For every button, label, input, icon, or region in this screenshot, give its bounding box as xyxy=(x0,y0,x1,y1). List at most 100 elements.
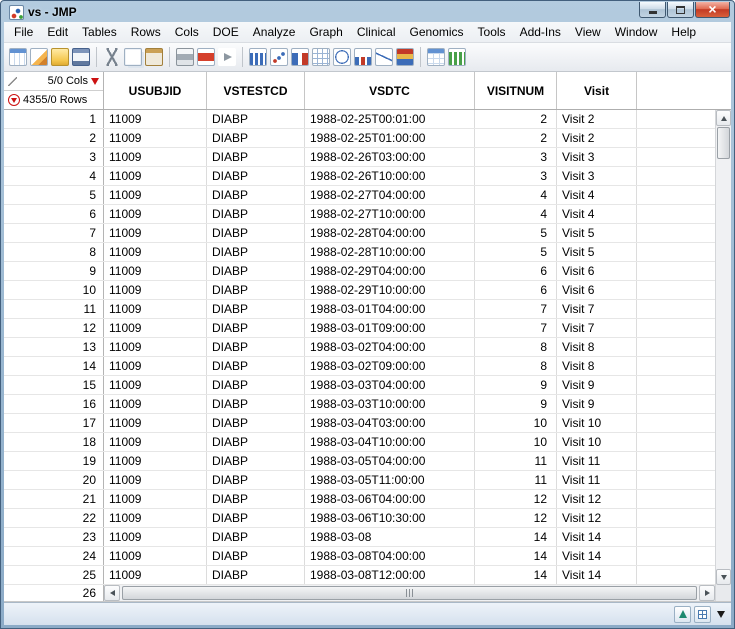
cell-vstestcd[interactable]: DIABP xyxy=(207,566,305,584)
cell-vstestcd[interactable]: DIABP xyxy=(207,148,305,166)
row-number[interactable]: 4 xyxy=(4,167,104,185)
cell-visitnum[interactable]: 7 xyxy=(475,319,557,337)
cell-vsdtc[interactable]: 1988-03-05T11:00:00 xyxy=(305,471,475,489)
scroll-down-button[interactable] xyxy=(716,569,731,585)
horizontal-scrollbar-thumb[interactable] xyxy=(122,586,697,600)
row-number[interactable]: 1 xyxy=(4,110,104,128)
cell-visit[interactable]: Visit 2 xyxy=(557,129,637,147)
cell-visit[interactable]: Visit 4 xyxy=(557,205,637,223)
row-number[interactable]: 2 xyxy=(4,129,104,147)
cell-vsdtc[interactable]: 1988-02-25T00:01:00 xyxy=(305,110,475,128)
cell-visitnum[interactable]: 6 xyxy=(475,281,557,299)
cell-visit[interactable]: Visit 10 xyxy=(557,433,637,451)
column-header-usubjid[interactable]: USUBJID xyxy=(104,72,207,109)
cell-visit[interactable]: Visit 6 xyxy=(557,281,637,299)
column-header-vsdtc[interactable]: VSDTC xyxy=(305,72,475,109)
vertical-scrollbar-thumb[interactable] xyxy=(717,127,730,159)
cell-vstestcd[interactable]: DIABP xyxy=(207,395,305,413)
open-icon[interactable] xyxy=(51,48,69,66)
cell-visit[interactable]: Visit 6 xyxy=(557,262,637,280)
cell-visitnum[interactable]: 2 xyxy=(475,129,557,147)
cell-vsdtc[interactable]: 1988-03-08T12:00:00 xyxy=(305,566,475,584)
cell-vstestcd[interactable]: DIABP xyxy=(207,490,305,508)
column-header-visit[interactable]: Visit xyxy=(557,72,637,109)
menu-item-graph[interactable]: Graph xyxy=(302,23,349,42)
scroll-left-button[interactable] xyxy=(104,585,120,601)
menu-item-view[interactable]: View xyxy=(568,23,608,42)
cell-visit[interactable]: Visit 2 xyxy=(557,110,637,128)
row-number[interactable]: 3 xyxy=(4,148,104,166)
cell-visitnum[interactable]: 4 xyxy=(475,186,557,204)
cell-visit[interactable]: Visit 7 xyxy=(557,300,637,318)
menu-item-tools[interactable]: Tools xyxy=(471,23,513,42)
cell-visit[interactable]: Visit 14 xyxy=(557,566,637,584)
new-data-table-icon[interactable] xyxy=(9,48,27,66)
cell-visitnum[interactable]: 11 xyxy=(475,452,557,470)
cell-usubjid[interactable]: 11009 xyxy=(104,528,207,546)
cell-vsdtc[interactable]: 1988-03-03T10:00:00 xyxy=(305,395,475,413)
cell-visitnum[interactable]: 12 xyxy=(475,490,557,508)
cell-visitnum[interactable]: 14 xyxy=(475,566,557,584)
cell-usubjid[interactable]: 11009 xyxy=(104,186,207,204)
cell-vstestcd[interactable]: DIABP xyxy=(207,471,305,489)
cell-usubjid[interactable]: 11009 xyxy=(104,205,207,223)
scroll-up-button[interactable] xyxy=(716,110,731,126)
row-number[interactable]: 17 xyxy=(4,414,104,432)
row-number[interactable]: 10 xyxy=(4,281,104,299)
cell-visit[interactable]: Visit 7 xyxy=(557,319,637,337)
cell-vstestcd[interactable]: DIABP xyxy=(207,414,305,432)
menu-item-edit[interactable]: Edit xyxy=(40,23,75,42)
row-number[interactable]: 23 xyxy=(4,528,104,546)
menu-item-analyze[interactable]: Analyze xyxy=(246,23,303,42)
panel-collapse-icon[interactable] xyxy=(8,77,17,86)
menu-item-window[interactable]: Window xyxy=(608,23,665,42)
cell-vstestcd[interactable]: DIABP xyxy=(207,547,305,565)
row-number[interactable]: 18 xyxy=(4,433,104,451)
cell-vsdtc[interactable]: 1988-03-01T04:00:00 xyxy=(305,300,475,318)
menu-item-file[interactable]: File xyxy=(7,23,40,42)
row-number[interactable]: 21 xyxy=(4,490,104,508)
cell-vsdtc[interactable]: 1988-03-03T04:00:00 xyxy=(305,376,475,394)
cell-visitnum[interactable]: 5 xyxy=(475,224,557,242)
cell-vstestcd[interactable]: DIABP xyxy=(207,528,305,546)
fit-y-by-x-icon[interactable] xyxy=(270,48,288,66)
menu-item-add-ins[interactable]: Add-Ins xyxy=(513,23,568,42)
cell-vsdtc[interactable]: 1988-02-26T03:00:00 xyxy=(305,148,475,166)
cell-visit[interactable]: Visit 11 xyxy=(557,452,637,470)
cell-vsdtc[interactable]: 1988-03-01T09:00:00 xyxy=(305,319,475,337)
column-header-vstestcd[interactable]: VSTESTCD xyxy=(207,72,305,109)
cell-vstestcd[interactable]: DIABP xyxy=(207,357,305,375)
cell-vsdtc[interactable]: 1988-02-27T10:00:00 xyxy=(305,205,475,223)
print-icon[interactable] xyxy=(176,48,194,66)
cell-vstestcd[interactable]: DIABP xyxy=(207,224,305,242)
vertical-scrollbar-track[interactable] xyxy=(716,160,731,569)
cell-vstestcd[interactable]: DIABP xyxy=(207,300,305,318)
cell-usubjid[interactable]: 11009 xyxy=(104,262,207,280)
new-journal-icon[interactable] xyxy=(30,48,48,66)
cell-vstestcd[interactable]: DIABP xyxy=(207,243,305,261)
cell-vstestcd[interactable]: DIABP xyxy=(207,452,305,470)
distribution-icon[interactable] xyxy=(249,48,267,66)
row-number[interactable]: 12 xyxy=(4,319,104,337)
cell-vstestcd[interactable]: DIABP xyxy=(207,281,305,299)
export-pdf-icon[interactable] xyxy=(197,48,215,66)
cell-vsdtc[interactable]: 1988-02-28T04:00:00 xyxy=(305,224,475,242)
next-row-number[interactable]: 26 xyxy=(4,585,104,601)
paste-icon[interactable] xyxy=(145,48,163,66)
run-script-icon[interactable] xyxy=(218,48,236,66)
cell-usubjid[interactable]: 11009 xyxy=(104,300,207,318)
cell-visitnum[interactable]: 8 xyxy=(475,357,557,375)
row-number[interactable]: 13 xyxy=(4,338,104,356)
cell-visitnum[interactable]: 9 xyxy=(475,395,557,413)
maximize-button[interactable] xyxy=(667,2,694,18)
cell-usubjid[interactable]: 11009 xyxy=(104,547,207,565)
cell-vstestcd[interactable]: DIABP xyxy=(207,376,305,394)
dropdown-triangle-icon[interactable] xyxy=(717,611,725,618)
cell-visit[interactable]: Visit 8 xyxy=(557,357,637,375)
cell-usubjid[interactable]: 11009 xyxy=(104,243,207,261)
cell-vsdtc[interactable]: 1988-02-27T04:00:00 xyxy=(305,186,475,204)
cell-vsdtc[interactable]: 1988-03-04T10:00:00 xyxy=(305,433,475,451)
cell-usubjid[interactable]: 11009 xyxy=(104,281,207,299)
cell-visitnum[interactable]: 3 xyxy=(475,148,557,166)
row-number[interactable]: 5 xyxy=(4,186,104,204)
